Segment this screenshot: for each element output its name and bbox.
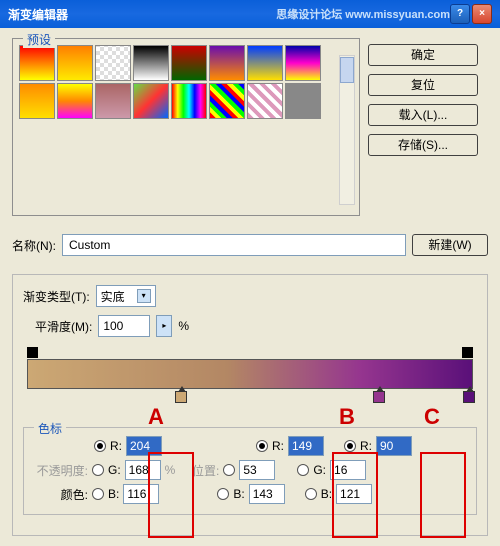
save-button[interactable]: 存储(S)... (368, 134, 478, 156)
preset-swatch-9[interactable] (57, 83, 93, 119)
b-input-a[interactable] (123, 484, 159, 504)
radio-b-c[interactable] (305, 488, 317, 500)
position-label-b: 位置: (179, 462, 219, 479)
radio-r-b[interactable] (256, 440, 268, 452)
stops-legend: 色标 (34, 420, 66, 437)
preset-swatch-4[interactable] (171, 45, 207, 81)
preset-swatch-13[interactable] (209, 83, 245, 119)
r-input-b[interactable] (288, 436, 324, 456)
b-label-c: B: (321, 487, 332, 501)
marker-b: B (339, 404, 355, 430)
gradient-type-value: 实底 (101, 288, 125, 305)
radio-g-c[interactable] (297, 464, 309, 476)
gradient-editor-window: 渐变编辑器 思缘设计论坛 www.missyuan.com ? × 预设 确定 … (0, 0, 500, 543)
r-label-b: R: (272, 439, 284, 453)
name-label: 名称(N): (12, 237, 56, 254)
opacity-stop-left[interactable] (27, 347, 38, 358)
b-label-a: B: (108, 487, 119, 501)
stops-fieldset: 色标 R: R: R: 不透明度: (23, 427, 477, 515)
chevron-down-icon: ▾ (137, 289, 151, 303)
preset-grid (19, 45, 323, 119)
marker-a: A (148, 404, 164, 430)
name-input[interactable] (62, 234, 406, 256)
radio-g-a[interactable] (92, 464, 104, 476)
window-title: 渐变编辑器 (8, 6, 68, 23)
r-label-c: R: (360, 439, 372, 453)
g-label-c: G: (313, 463, 326, 477)
smoothness-stepper[interactable]: ▸ (156, 315, 172, 337)
preset-swatch-7[interactable] (285, 45, 321, 81)
radio-r-a[interactable] (94, 440, 106, 452)
preset-swatch-10[interactable] (95, 83, 131, 119)
preset-swatch-5[interactable] (209, 45, 245, 81)
smoothness-label: 平滑度(M): (35, 318, 92, 335)
preset-scrollbar[interactable] (339, 55, 355, 205)
titlebar[interactable]: 渐变编辑器 思缘设计论坛 www.missyuan.com ? × (0, 0, 500, 28)
load-button[interactable]: 载入(L)... (368, 104, 478, 126)
g-input-b[interactable] (239, 460, 275, 480)
g-label-a: G: (108, 463, 121, 477)
pct-a: % (165, 463, 176, 477)
preset-swatch-1[interactable] (57, 45, 93, 81)
new-button[interactable]: 新建(W) (412, 234, 488, 256)
preset-legend: 预设 (23, 31, 55, 48)
color-stop-b[interactable] (373, 391, 385, 403)
opacity-stop-right[interactable] (462, 347, 473, 358)
gradient-type-label: 渐变类型(T): (23, 288, 90, 305)
preset-swatch-3[interactable] (133, 45, 169, 81)
radio-b-b[interactable] (217, 488, 229, 500)
marker-c: C (424, 404, 440, 430)
b-input-b[interactable] (249, 484, 285, 504)
preset-swatch-14[interactable] (247, 83, 283, 119)
preset-swatch-11[interactable] (133, 83, 169, 119)
scrollbar-thumb[interactable] (340, 57, 354, 83)
watermark: 思缘设计论坛 www.missyuan.com (276, 6, 450, 22)
preset-swatch-12[interactable] (171, 83, 207, 119)
r-input-a[interactable] (126, 436, 162, 456)
close-button[interactable]: × (472, 4, 492, 24)
preset-swatch-6[interactable] (247, 45, 283, 81)
b-input-c[interactable] (336, 484, 372, 504)
ok-button[interactable]: 确定 (368, 44, 478, 66)
radio-r-c[interactable] (344, 440, 356, 452)
preset-swatch-0[interactable] (19, 45, 55, 81)
help-button[interactable]: ? (450, 4, 470, 24)
opacity-label: 不透明度: (30, 462, 88, 479)
g-input-c[interactable] (330, 460, 366, 480)
color-label: 颜色: (30, 486, 88, 503)
preset-fieldset: 预设 (12, 38, 360, 216)
color-stop-c[interactable] (463, 391, 475, 403)
radio-b-a[interactable] (92, 488, 104, 500)
gradient-bar[interactable] (27, 359, 473, 389)
g-input-a[interactable] (125, 460, 161, 480)
preset-swatch-8[interactable] (19, 83, 55, 119)
b-label-b: B: (233, 487, 244, 501)
preset-swatch-2[interactable] (95, 45, 131, 81)
reset-button[interactable]: 复位 (368, 74, 478, 96)
smoothness-unit: % (178, 319, 189, 333)
color-stop-a[interactable] (175, 391, 187, 403)
gradient-bar-wrap (27, 347, 473, 403)
radio-g-b[interactable] (223, 464, 235, 476)
r-input-c[interactable] (376, 436, 412, 456)
r-label-a: R: (110, 439, 122, 453)
smoothness-input[interactable]: 100 (98, 315, 150, 337)
gradient-type-select[interactable]: 实底 ▾ (96, 285, 156, 307)
gradient-section: 渐变类型(T): 实底 ▾ 平滑度(M): 100 ▸ % (12, 274, 488, 536)
preset-swatch-15[interactable] (285, 83, 321, 119)
